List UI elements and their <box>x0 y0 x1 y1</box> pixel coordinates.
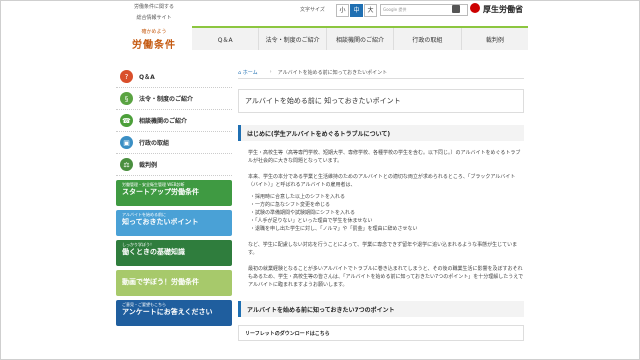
breadcrumb-separator: › <box>269 69 272 75</box>
page-title: アルバイトを始める前に 知っておきたいポイント <box>238 89 524 113</box>
nav-court[interactable]: 裁判例 <box>460 28 528 50</box>
consult-icon: ☎ <box>120 114 133 127</box>
site-logo[interactable]: 労働条件に関する 総合情報サイト 確かめよう 労働条件 <box>116 0 192 58</box>
sidebar-item-label: 相談機関のご紹介 <box>139 118 188 125</box>
sidebar-item-law[interactable]: § 法令・制度のご紹介 <box>116 88 232 110</box>
qa-icon: ? <box>120 70 133 83</box>
breadcrumb-current: アルバイトを始める前に知っておきたいポイント <box>277 69 388 76</box>
list-item: ・退職を申し出た学生に対し、「ノルマ」や「罰金」を理由に辞めさせない <box>250 226 418 232</box>
nav-admin[interactable]: 行政の取組 <box>393 28 460 50</box>
search-icon[interactable] <box>452 5 460 13</box>
banner-title: 動画で学ぼう！労働条件 <box>122 278 199 286</box>
sidebar-item-label: 法令・制度のご紹介 <box>139 96 194 103</box>
intro-paragraph-1: 学生・高校生等（高等専門学校、短期大学、専修学校、各種学校の学生を含む。以下同じ… <box>248 150 521 164</box>
banner-basic-knowledge[interactable]: しっかり学ぼう！ 働くときの基礎知識 <box>116 240 232 266</box>
banner-title: アンケートにお答えください <box>122 308 213 316</box>
sidebar-item-admin[interactable]: ▣ 行政の取組 <box>116 132 232 154</box>
section-title-intro: はじめに(学生アルバイトをめぐるトラブルについて) <box>238 125 524 141</box>
sidebar-item-label: Q＆A <box>139 74 155 81</box>
sidebar-item-court[interactable]: ⚖ 裁判例 <box>116 154 232 176</box>
banner-startup[interactable]: 労働管理・安全衛生管理 WEB診断 スタートアップ労働条件 <box>116 180 232 206</box>
ministry-emblem-icon <box>470 3 480 13</box>
nav-law[interactable]: 法令・制度のご紹介 <box>258 28 325 50</box>
font-size-large-button[interactable]: 大 <box>364 4 377 17</box>
sidebar-item-label: 行政の取組 <box>139 140 170 147</box>
banner-title: 知っておきたいポイント <box>122 218 199 226</box>
global-nav: Q＆A 法令・制度のご紹介 相談機関のご紹介 行政の取組 裁判例 <box>192 26 528 50</box>
banner-part-time-points[interactable]: アルバイトを始める前に 知っておきたいポイント <box>116 210 232 236</box>
list-item: ・採用時に合意した以上のシフトを入れる <box>250 194 346 200</box>
logo-tagline-1: 労働条件に関する <box>133 4 174 10</box>
banner-title: スタートアップ労働条件 <box>122 188 199 196</box>
sidebar: ? Q＆A § 法令・制度のご紹介 ☎ 相談機関のご紹介 ▣ 行政の取組 ⚖ 裁… <box>116 66 232 326</box>
list-item: ・試験の準備期間や試験期間にシフトを入れる <box>250 210 356 216</box>
banner-videos[interactable]: 動画で学ぼう！労働条件 <box>116 270 232 296</box>
breadcrumb-home[interactable]: ⌂ ホーム <box>238 69 258 76</box>
main-content: ⌂ ホーム › アルバイトを始める前に知っておきたいポイント アルバイトを始める… <box>238 66 524 341</box>
font-size-label: 文字サイズ <box>300 7 325 13</box>
list-item: ・一方的に急なシフト変更を命じる <box>250 202 331 208</box>
nav-qa[interactable]: Q＆A <box>192 28 258 50</box>
breadcrumb: ⌂ ホーム › アルバイトを始める前に知っておきたいポイント <box>238 66 524 79</box>
admin-icon: ▣ <box>120 136 133 149</box>
intro-paragraph-3: など、学生に配慮しない対応を行うことによって、学業に専念できず留年や退学に追い込… <box>248 242 518 256</box>
leaflet-download-link[interactable]: リーフレットのダウンロードはこちら <box>238 325 524 341</box>
list-item: ・「人手が足りない」といった理由で学生を休ませない <box>250 218 373 224</box>
sidebar-item-consult[interactable]: ☎ 相談機関のご紹介 <box>116 110 232 132</box>
nav-consult[interactable]: 相談機関のご紹介 <box>325 28 393 50</box>
law-icon: § <box>120 92 133 105</box>
intro-paragraph-4: 最初の就業経験となることが多いアルバイトでトラブルに巻き込まれてしまうと、その後… <box>248 266 524 288</box>
ministry-logo[interactable]: 厚生労働省 <box>470 2 530 16</box>
court-icon: ⚖ <box>120 158 133 171</box>
intro-paragraph-2: 本来、学生の本分である学業と生活維持のためのアルバイトとの適切な両立が求められる… <box>248 174 516 188</box>
font-size-medium-button[interactable]: 中 <box>350 4 363 17</box>
logo-catch: 確かめよう <box>141 29 167 35</box>
ministry-name: 厚生労働省 <box>483 5 523 14</box>
font-size-small-button[interactable]: 小 <box>336 4 349 17</box>
logo-name: 労働条件 <box>132 40 176 51</box>
section-title-points: アルバイトを始める前に知っておきたい7つのポイント <box>238 301 524 317</box>
banner-survey[interactable]: ご意見・ご要望もこちら アンケートにお答えください <box>116 300 232 326</box>
breadcrumb-home-label: ホーム <box>242 69 258 76</box>
logo-tagline-2: 総合情報サイト <box>136 15 172 21</box>
banner-title: 働くときの基礎知識 <box>122 248 185 256</box>
sidebar-item-label: 裁判例 <box>139 162 158 169</box>
sidebar-item-qa[interactable]: ? Q＆A <box>116 66 232 88</box>
